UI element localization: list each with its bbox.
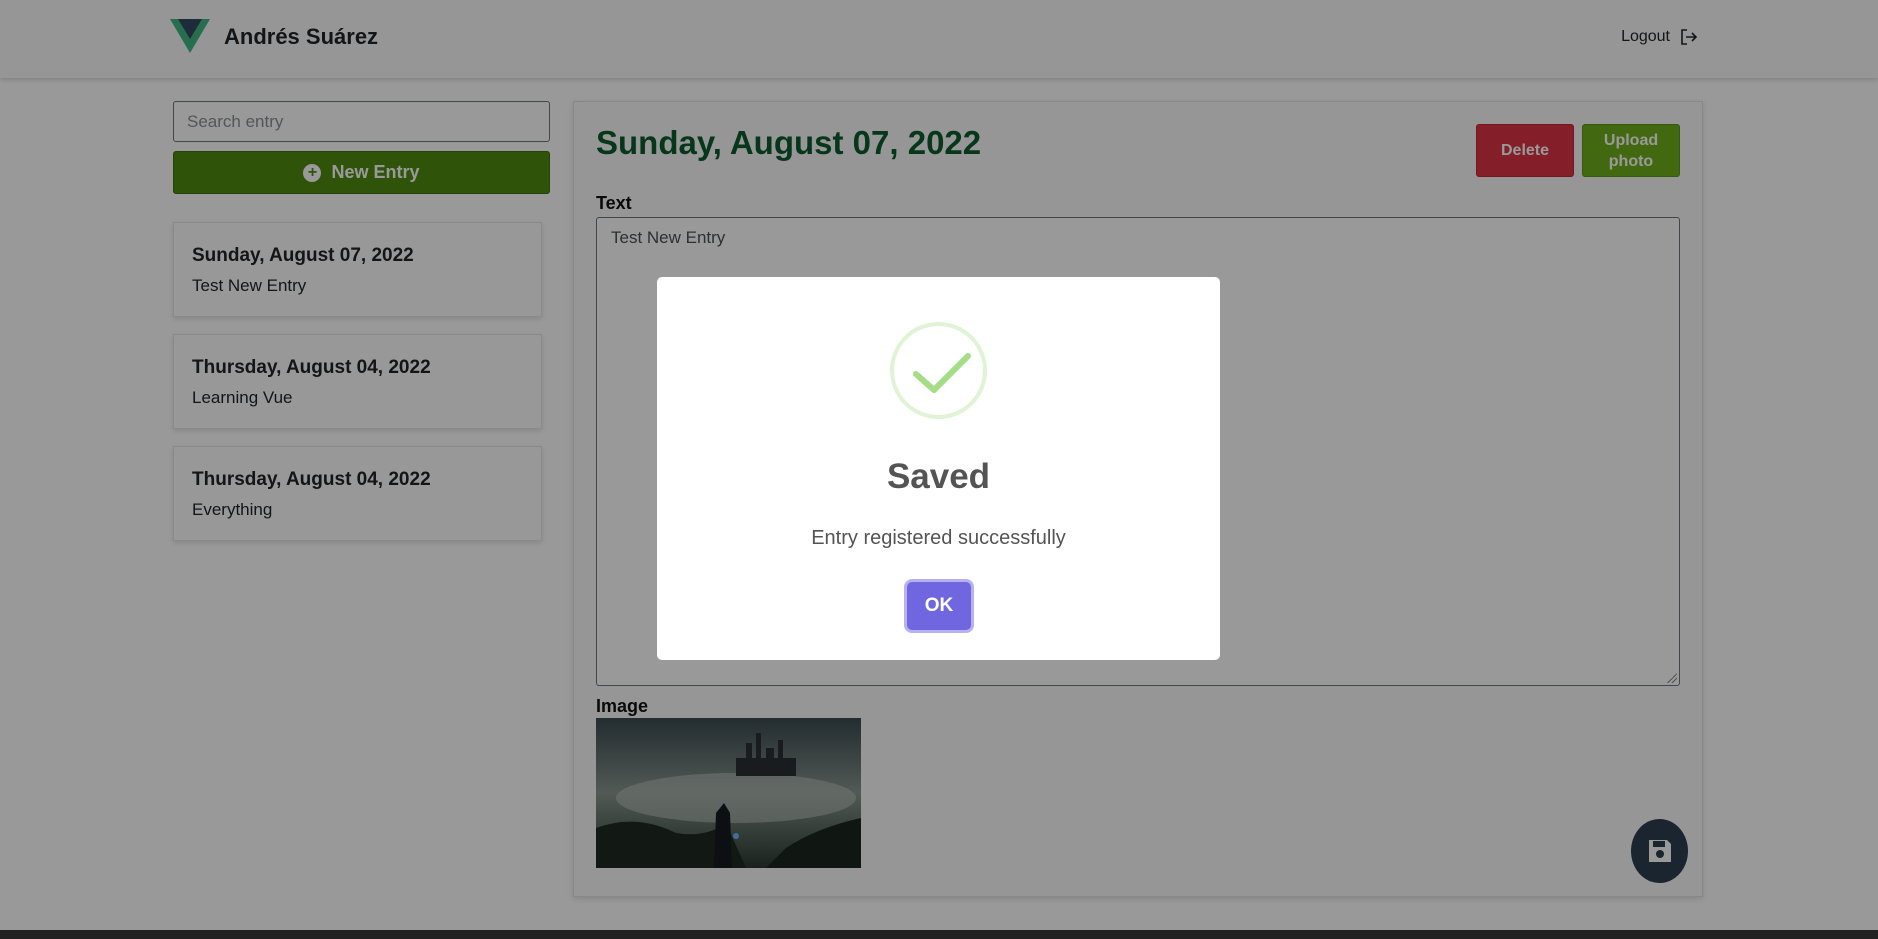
- ok-button[interactable]: OK: [907, 582, 971, 630]
- bottom-bar: [0, 930, 1878, 939]
- dialog-message: Entry registered successfully: [811, 527, 1066, 549]
- success-check-icon: [890, 322, 987, 419]
- success-dialog: Saved Entry registered successfully OK: [657, 277, 1220, 660]
- dialog-title: Saved: [886, 457, 991, 496]
